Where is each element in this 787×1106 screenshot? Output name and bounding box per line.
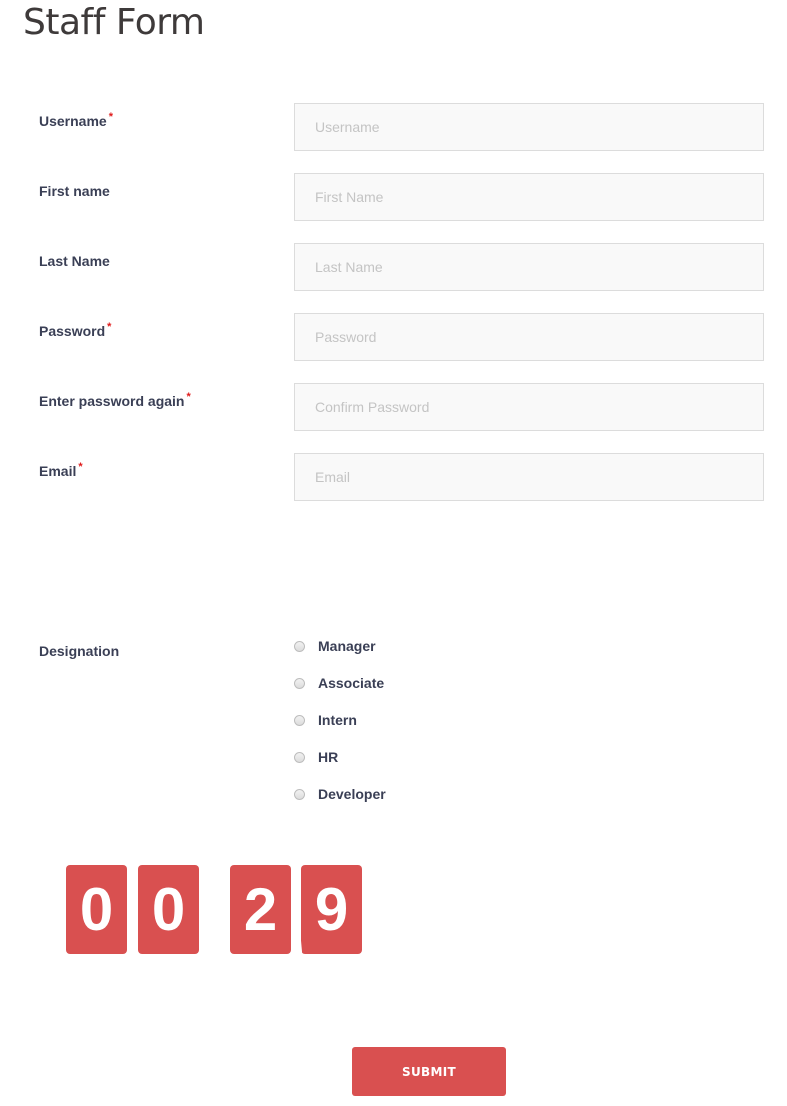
- first-name-label: First name: [39, 183, 110, 199]
- designation-option-manager[interactable]: Manager: [294, 636, 376, 656]
- required-marker: *: [108, 111, 113, 123]
- radio-button[interactable]: [294, 677, 305, 689]
- required-marker: *: [186, 391, 191, 403]
- required-marker: *: [78, 461, 83, 473]
- designation-option-intern[interactable]: Intern: [294, 710, 357, 730]
- designation-option-hr[interactable]: HR: [294, 747, 338, 767]
- designation-option-developer[interactable]: Developer: [294, 784, 386, 804]
- timer-digit-seconds-ones: 9: [301, 865, 362, 954]
- confirm-password-input[interactable]: [294, 383, 764, 431]
- email-input[interactable]: [294, 453, 764, 501]
- timer-digit-minutes-tens: 0: [66, 865, 127, 954]
- last-name-input[interactable]: [294, 243, 764, 291]
- last-name-label: Last Name: [39, 253, 110, 269]
- radio-button[interactable]: [294, 640, 305, 652]
- designation-label: Designation: [39, 643, 120, 659]
- first-name-row: First name: [0, 173, 787, 223]
- password-label: Password *: [39, 321, 112, 339]
- username-input[interactable]: [294, 103, 764, 151]
- username-label: Username *: [39, 111, 113, 129]
- email-row: Email *: [0, 453, 787, 503]
- email-label: Email *: [39, 461, 83, 479]
- submit-button[interactable]: SUBMIT: [352, 1047, 506, 1096]
- confirm-password-row: Enter password again *: [0, 383, 787, 433]
- page-title: Staff Form: [23, 2, 205, 43]
- first-name-input[interactable]: [294, 173, 764, 221]
- radio-button[interactable]: [294, 788, 305, 800]
- confirm-password-label: Enter password again *: [39, 391, 191, 409]
- radio-button[interactable]: [294, 751, 305, 763]
- password-input[interactable]: [294, 313, 764, 361]
- password-row: Password *: [0, 313, 787, 363]
- designation-option-associate[interactable]: Associate: [294, 673, 384, 693]
- required-marker: *: [107, 321, 112, 333]
- last-name-row: Last Name: [0, 243, 787, 293]
- username-row: Username *: [0, 103, 787, 153]
- timer-digit-minutes-ones: 0: [138, 865, 199, 954]
- timer-digit-seconds-tens: 2: [230, 865, 291, 954]
- radio-button[interactable]: [294, 714, 305, 726]
